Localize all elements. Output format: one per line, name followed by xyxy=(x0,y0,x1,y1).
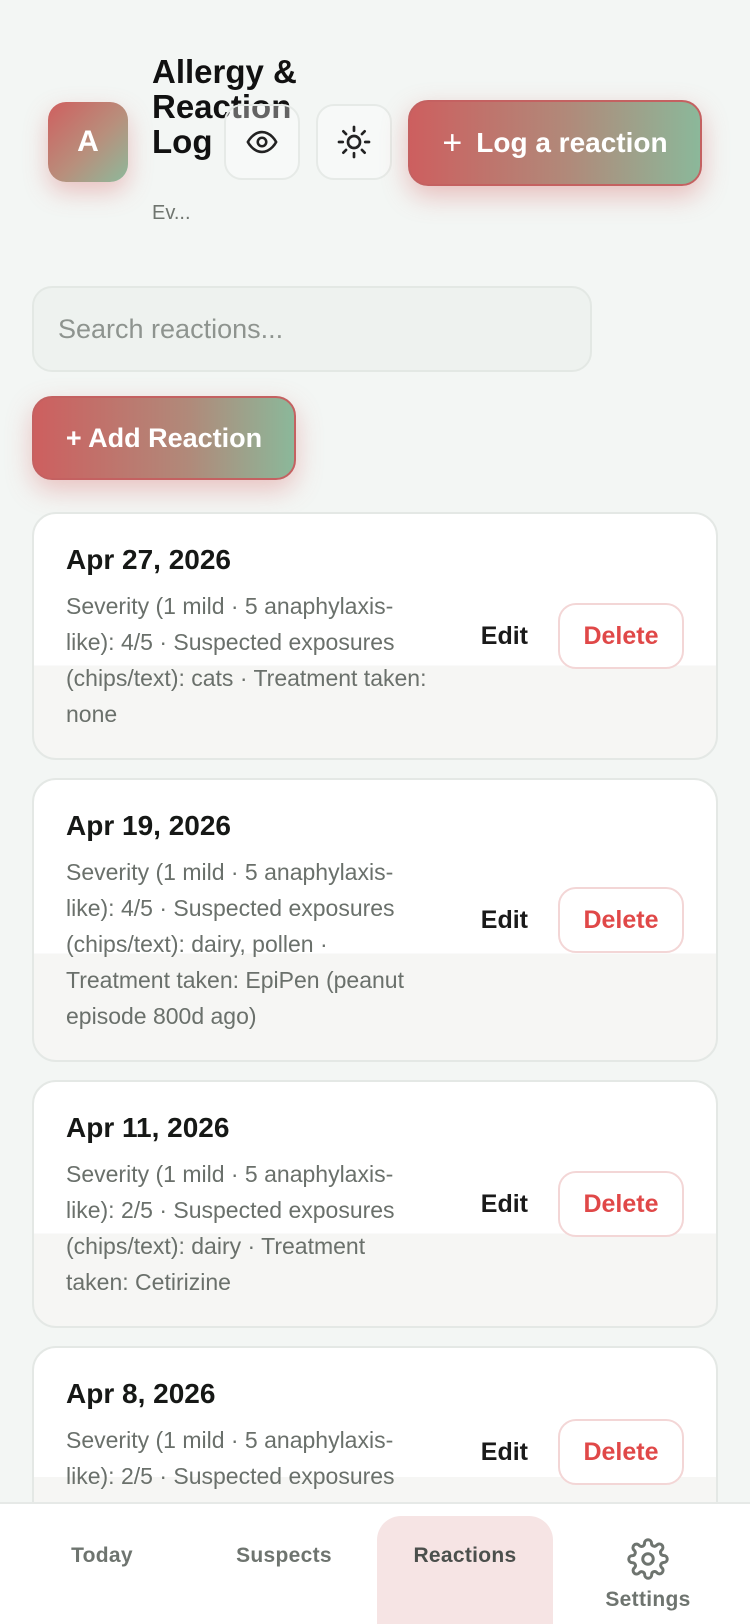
nav-tab-settings[interactable]: Settings xyxy=(560,1516,736,1624)
edit-button[interactable]: Edit xyxy=(481,1438,528,1467)
eye-icon xyxy=(246,130,278,154)
reaction-details: Severity (1 mild · 5 anaphylaxis-like): … xyxy=(66,859,404,1029)
nav-tab-today[interactable]: Today xyxy=(14,1516,190,1624)
reaction-date: Apr 11, 2026 xyxy=(66,1112,230,1143)
reaction-details: Severity (1 mild · 5 anaphylaxis-like): … xyxy=(66,1161,395,1295)
delete-button[interactable]: Delete xyxy=(558,603,684,669)
add-reaction-button[interactable]: + Add Reaction xyxy=(32,396,296,480)
reaction-card: Apr 27, 2026 Severity (1 mild · 5 anaphy… xyxy=(32,512,718,760)
edit-button[interactable]: Edit xyxy=(481,622,528,651)
visibility-toggle-button[interactable] xyxy=(224,104,300,180)
search-input[interactable] xyxy=(32,286,592,372)
reaction-date: Apr 27, 2026 xyxy=(66,544,231,575)
app-subtitle: Ev... xyxy=(152,202,191,224)
reaction-details: Severity (1 mild · 5 anaphylaxis-like): … xyxy=(66,593,427,727)
gear-icon xyxy=(627,1538,669,1580)
delete-button[interactable]: Delete xyxy=(558,887,684,953)
delete-button[interactable]: Delete xyxy=(558,1419,684,1485)
nav-tab-label: Suspects xyxy=(236,1544,332,1567)
sun-icon xyxy=(337,125,371,159)
reaction-card: Apr 11, 2026 Severity (1 mild · 5 anaphy… xyxy=(32,1080,718,1328)
delete-button[interactable]: Delete xyxy=(558,1171,684,1237)
header: A Allergy & Reaction Log Ev... + Log a r… xyxy=(0,0,750,240)
log-reaction-button[interactable]: + Log a reaction xyxy=(408,100,702,186)
nav-tab-label: Today xyxy=(71,1544,133,1567)
reaction-date: Apr 8, 2026 xyxy=(66,1378,216,1409)
bottom-nav: Today Suspects Reactions Settings xyxy=(0,1502,750,1624)
edit-button[interactable]: Edit xyxy=(481,1190,528,1219)
nav-tab-reactions[interactable]: Reactions xyxy=(377,1516,553,1624)
log-reaction-label: Log a reaction xyxy=(476,127,668,158)
theme-toggle-button[interactable] xyxy=(316,104,392,180)
reaction-card: Apr 19, 2026 Severity (1 mild · 5 anaphy… xyxy=(32,778,718,1062)
nav-tab-suspects[interactable]: Suspects xyxy=(196,1516,372,1624)
app-screen: A Allergy & Reaction Log Ev... + Log a r… xyxy=(0,0,750,1624)
edit-button[interactable]: Edit xyxy=(481,906,528,935)
reaction-date: Apr 19, 2026 xyxy=(66,810,231,841)
avatar[interactable]: A xyxy=(48,102,128,182)
nav-tab-label: Reactions xyxy=(413,1544,517,1567)
nav-tab-label: Settings xyxy=(605,1588,691,1611)
plus-icon: + xyxy=(442,124,463,162)
reaction-list: Apr 27, 2026 Severity (1 mild · 5 anaphy… xyxy=(32,512,718,1576)
